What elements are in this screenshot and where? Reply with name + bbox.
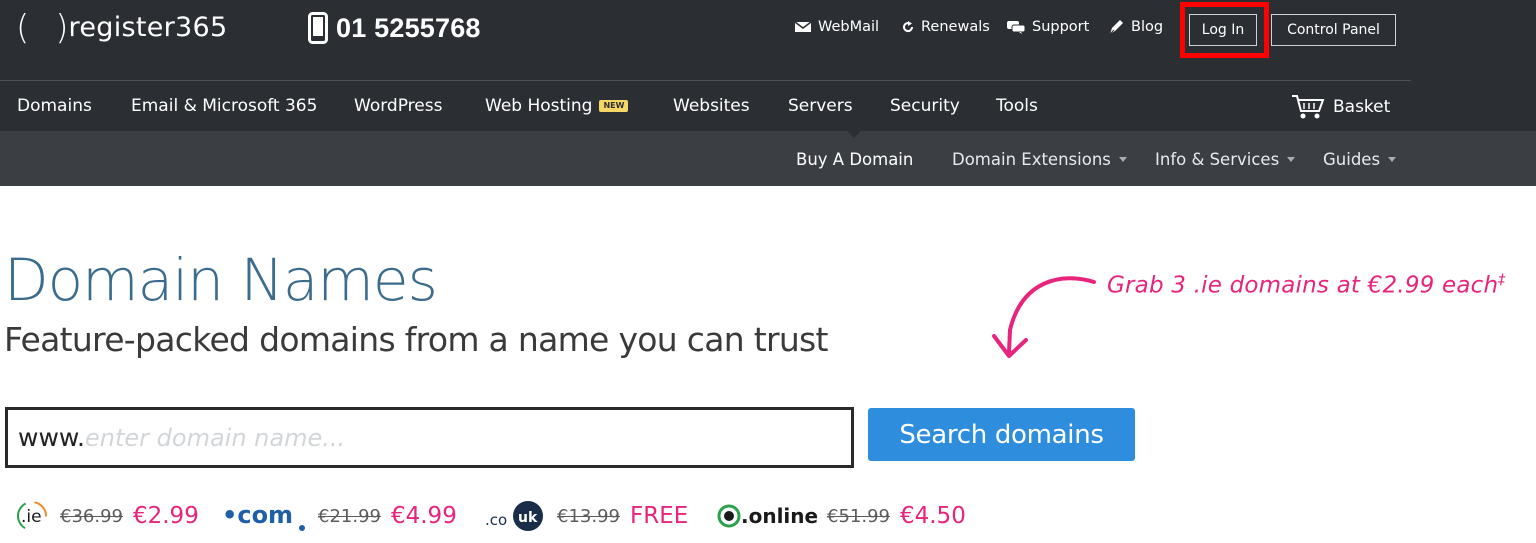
webmail-link[interactable]: WebMail (795, 16, 879, 38)
nav-web-hosting[interactable]: Web Hosting NEW (485, 96, 629, 116)
subnav-guides-label: Guides (1323, 150, 1381, 169)
online-logo-icon: .online (717, 499, 817, 533)
svg-text:.ie: .ie (21, 507, 42, 527)
chevron-down-icon (1118, 157, 1127, 162)
basket-link[interactable]: Basket (1291, 94, 1390, 120)
header-divider (0, 80, 1411, 81)
search-domains-button[interactable]: Search domains (868, 408, 1135, 461)
envelope-icon (795, 21, 811, 32)
nav-web-hosting-label: Web Hosting (485, 96, 593, 116)
subnav-guides[interactable]: Guides (1323, 150, 1397, 169)
domain-sub-navigation: Buy A Domain Domain Extensions Info & Se… (0, 131, 1536, 186)
price-online-new: €4.50 (899, 503, 966, 529)
nav-wordpress[interactable]: WordPress (354, 96, 442, 116)
brand-name: register365 (68, 12, 228, 43)
support-label: Support (1032, 19, 1090, 35)
subnav-info-services-label: Info & Services (1155, 150, 1280, 169)
login-button[interactable]: Log In (1189, 14, 1257, 46)
price-ie-old: €36.99 (60, 505, 123, 527)
svg-text:.co: .co (485, 511, 507, 529)
page-subtitle: Feature-packed domains from a name you c… (4, 320, 828, 359)
promo-footnote-mark: ‡ (1498, 272, 1506, 288)
price-co-uk-old: €13.99 (557, 505, 620, 527)
active-nav-pointer (847, 131, 861, 138)
support-link[interactable]: Support (1007, 16, 1089, 38)
renewals-label: Renewals (921, 19, 990, 35)
svg-text:uk: uk (518, 510, 538, 526)
nav-tools[interactable]: Tools (996, 96, 1038, 116)
refresh-icon (903, 21, 914, 33)
chevron-down-icon (1388, 157, 1397, 162)
webmail-label: WebMail (818, 19, 880, 35)
nav-servers[interactable]: Servers (788, 96, 853, 116)
phone-contact: 01 5255768 (308, 11, 481, 45)
price-com-new: €4.99 (390, 503, 457, 529)
price-online-old: €51.99 (827, 505, 890, 527)
subnav-info-services[interactable]: Info & Services (1155, 150, 1296, 169)
renewals-link[interactable]: Renewals (902, 16, 990, 38)
brand-logo[interactable]: () register365 (16, 8, 228, 48)
co-uk-logo-icon: .co uk (485, 499, 547, 533)
chevron-down-icon (1287, 157, 1296, 162)
subnav-buy-a-domain[interactable]: Buy A Domain (796, 150, 913, 169)
ie-logo-icon: .ie (14, 499, 50, 533)
pen-nib-icon (1109, 20, 1123, 35)
svg-text:.online: .online (741, 504, 817, 528)
page-title: Domain Names (4, 246, 438, 314)
domain-search-field[interactable]: www. (5, 407, 854, 468)
price-co-uk-new: FREE (629, 503, 689, 529)
price-ie: .ie €36.99 €2.99 (14, 498, 199, 534)
blog-link[interactable]: Blog (1108, 16, 1163, 38)
nav-websites[interactable]: Websites (673, 96, 750, 116)
price-co-uk: .co uk €13.99 FREE (485, 498, 688, 534)
control-panel-button[interactable]: Control Panel (1271, 14, 1396, 46)
price-com-old: €21.99 (318, 505, 381, 527)
price-ie-new: €2.99 (132, 503, 199, 529)
logo-mark-icon: () (16, 8, 69, 48)
main-navigation: Domains Email & Microsoft 365 WordPress … (0, 82, 1536, 132)
nav-domains[interactable]: Domains (17, 96, 92, 116)
subnav-domain-extensions-label: Domain Extensions (952, 150, 1111, 169)
chat-bubble-icon (1007, 20, 1025, 34)
blog-label: Blog (1131, 19, 1164, 35)
phone-number: 01 5255768 (336, 12, 481, 43)
com-logo-icon: •com (222, 499, 308, 533)
site-header: () register365 01 5255768 WebMail Renewa… (0, 0, 1536, 131)
www-prefix: www. (18, 423, 85, 452)
subnav-domain-extensions[interactable]: Domain Extensions (952, 150, 1127, 169)
shopping-cart-icon (1292, 95, 1325, 119)
price-online: .online €51.99 €4.50 (717, 498, 966, 534)
domain-search-input[interactable] (85, 412, 851, 463)
promo-text: Grab 3 .ie domains at €2.99 each (1107, 272, 1499, 299)
nav-security[interactable]: Security (890, 96, 960, 116)
promo-callout: Grab 3 .ie domains at €2.99 each‡ (1107, 272, 1505, 299)
mobile-phone-icon (308, 12, 328, 44)
basket-label: Basket (1333, 97, 1391, 117)
nav-email-microsoft-365[interactable]: Email & Microsoft 365 (131, 96, 317, 116)
svg-text:•com: •com (222, 501, 293, 529)
curved-arrow-icon (992, 276, 1096, 358)
price-com: •com €21.99 €4.99 (222, 498, 457, 534)
new-badge: NEW (599, 100, 629, 112)
